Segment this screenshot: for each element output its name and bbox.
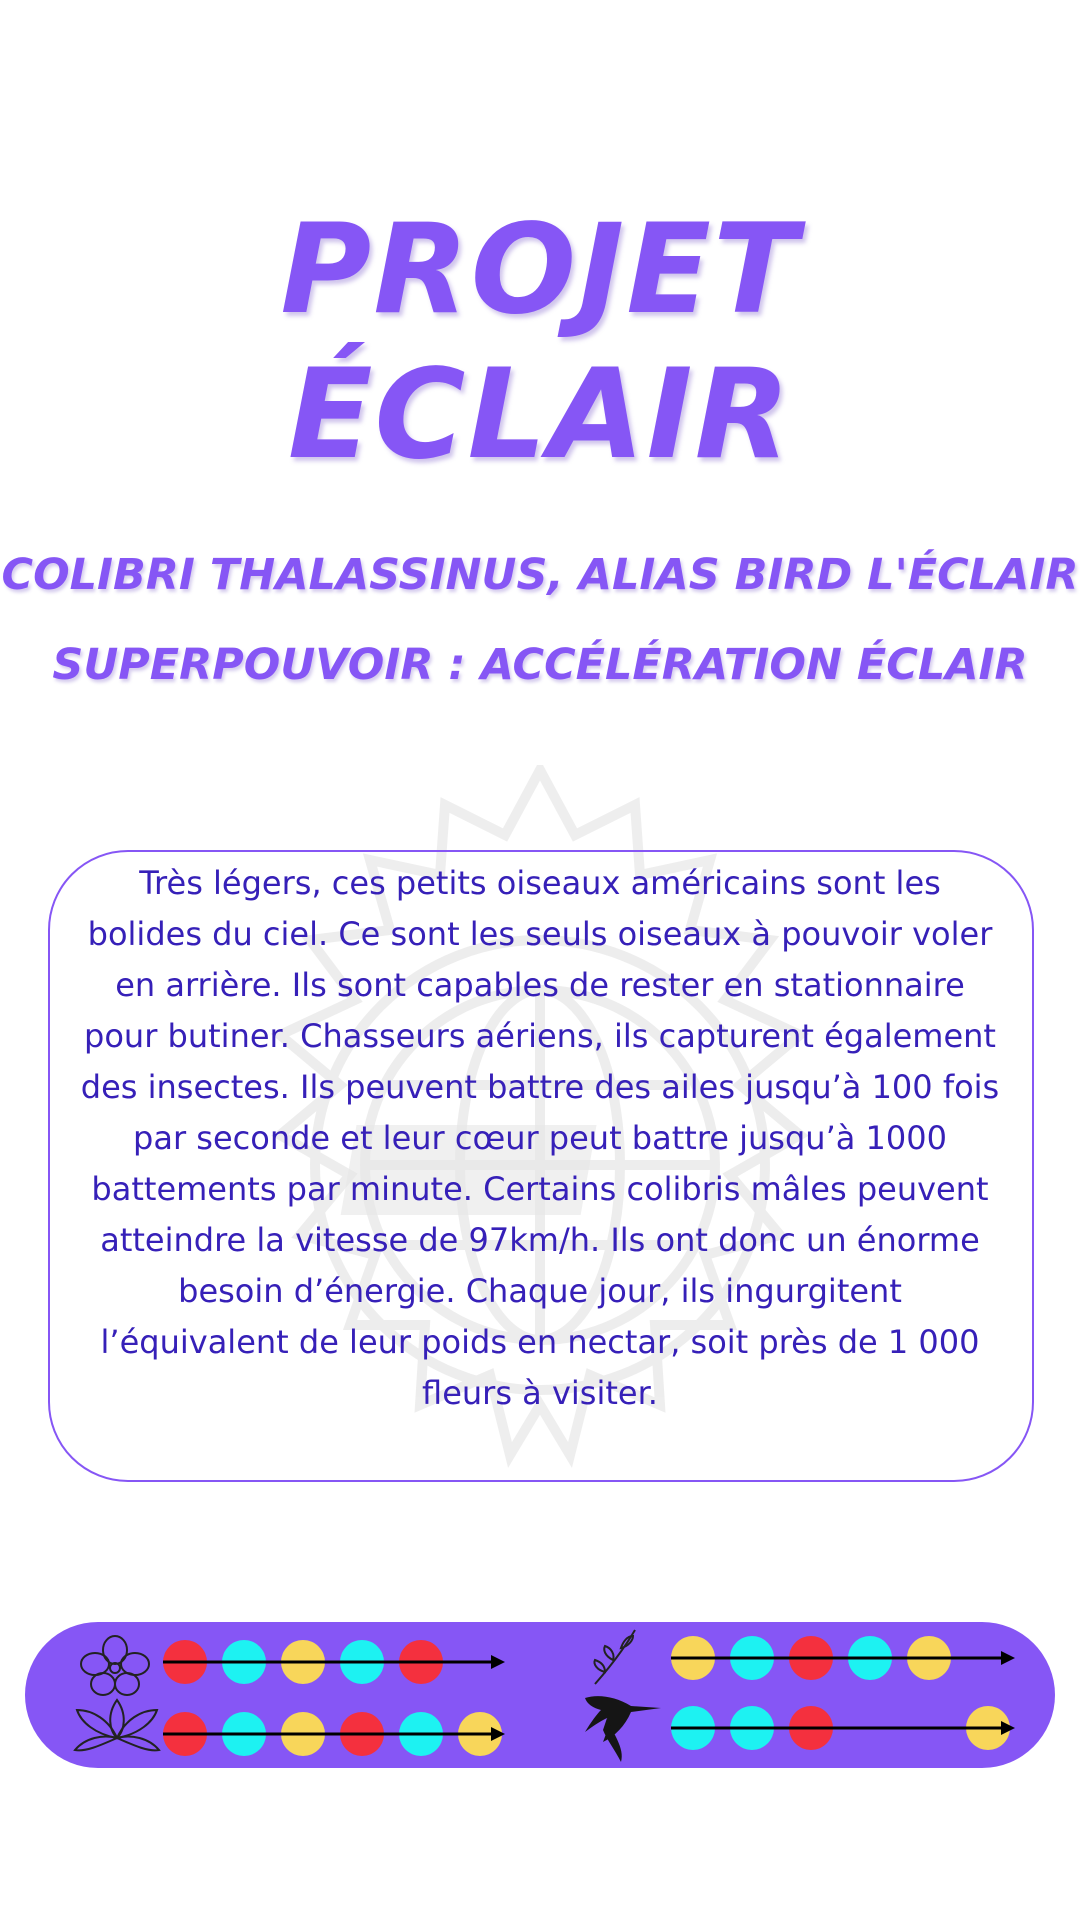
subtitle-line-1: COLIBRI THALASSINUS, ALIAS BIRD L'ÉCLAIR <box>1 550 1079 600</box>
arrow-head-icon <box>1001 1651 1015 1665</box>
lotus-flower-icon <box>73 1698 161 1752</box>
description-text: Très légers, ces petits oiseaux américai… <box>80 864 1000 1412</box>
sequence-row <box>163 1640 505 1684</box>
sequence-row <box>163 1712 505 1756</box>
sequence-row <box>671 1636 1015 1680</box>
sequence-panel <box>25 1622 1055 1768</box>
title-line-2: ÉCLAIR <box>287 343 793 487</box>
sequence-row <box>671 1706 1015 1750</box>
hibiscus-flower-icon <box>80 1635 150 1696</box>
title-line-1: PROJET <box>280 198 800 342</box>
leaf-sprig-icon <box>593 1629 636 1685</box>
arrow-head-icon <box>491 1655 505 1669</box>
hummingbird-icon <box>585 1696 661 1762</box>
subtitle-line-2: SUPERPOUVOIR : ACCÉLÉRATION ÉCLAIR <box>52 640 1028 690</box>
